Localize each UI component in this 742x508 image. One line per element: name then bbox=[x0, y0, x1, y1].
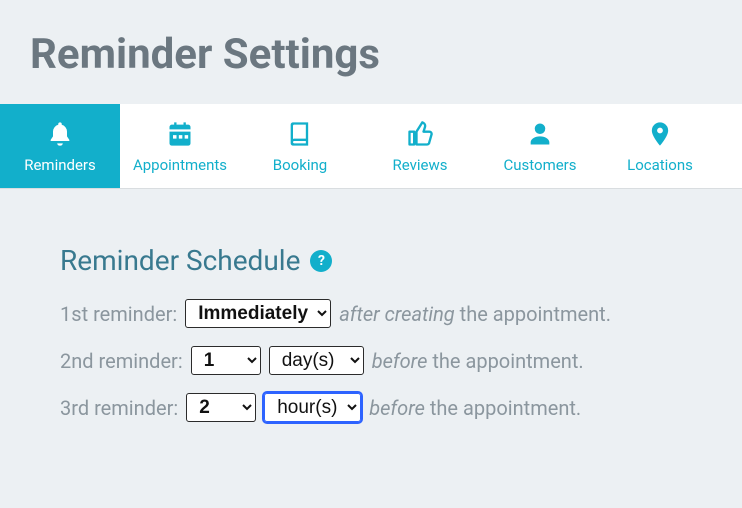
tab-label: Reminders bbox=[24, 156, 96, 174]
reminder-3-value-select[interactable]: 2 bbox=[186, 393, 256, 422]
reminder-row-3: 3rd reminder: 2 hour(s) before the appoi… bbox=[60, 393, 682, 422]
section-title: Reminder Schedule ? bbox=[60, 244, 682, 277]
section-title-text: Reminder Schedule bbox=[60, 244, 300, 277]
reminder-row-1: 1st reminder: Immediately after creating… bbox=[60, 299, 682, 328]
tab-customers[interactable]: Customers bbox=[480, 104, 600, 188]
reminder-3-suffix: before the appointment. bbox=[369, 396, 581, 420]
page-header: Reminder Settings bbox=[0, 0, 742, 104]
tab-label: Appointments bbox=[133, 156, 227, 174]
tab-booking[interactable]: Booking bbox=[240, 104, 360, 188]
reminder-3-label: 3rd reminder: bbox=[60, 396, 178, 420]
thumbs-up-icon bbox=[406, 120, 434, 148]
tab-locations[interactable]: Locations bbox=[600, 104, 720, 188]
user-icon bbox=[526, 120, 554, 148]
book-icon bbox=[286, 120, 314, 148]
tab-label: Locations bbox=[627, 156, 693, 174]
reminder-2-unit-select[interactable]: day(s) bbox=[269, 346, 364, 375]
tab-reminders[interactable]: Reminders bbox=[0, 104, 120, 188]
pin-icon bbox=[646, 120, 674, 148]
content-area: Reminder Schedule ? 1st reminder: Immedi… bbox=[0, 189, 742, 470]
tab-reviews[interactable]: Reviews bbox=[360, 104, 480, 188]
reminder-1-value-select[interactable]: Immediately bbox=[185, 299, 331, 328]
reminder-1-label: 1st reminder: bbox=[60, 302, 177, 326]
tab-label: Customers bbox=[503, 156, 576, 174]
reminder-1-suffix: after creating the appointment. bbox=[339, 302, 611, 326]
page-title: Reminder Settings bbox=[30, 30, 712, 79]
help-icon[interactable]: ? bbox=[310, 250, 332, 272]
bell-icon bbox=[46, 120, 74, 148]
reminder-2-value-select[interactable]: 1 bbox=[191, 346, 261, 375]
reminder-2-label: 2nd reminder: bbox=[60, 349, 183, 373]
reminder-2-suffix: before the appointment. bbox=[372, 349, 584, 373]
reminder-3-unit-select[interactable]: hour(s) bbox=[264, 393, 361, 422]
reminder-row-2: 2nd reminder: 1 day(s) before the appoin… bbox=[60, 346, 682, 375]
tab-label: Booking bbox=[273, 156, 327, 174]
tab-bar: Reminders Appointments Booking Reviews C… bbox=[0, 104, 742, 189]
calendar-icon bbox=[166, 120, 194, 148]
tab-label: Reviews bbox=[393, 156, 448, 174]
tab-appointments[interactable]: Appointments bbox=[120, 104, 240, 188]
